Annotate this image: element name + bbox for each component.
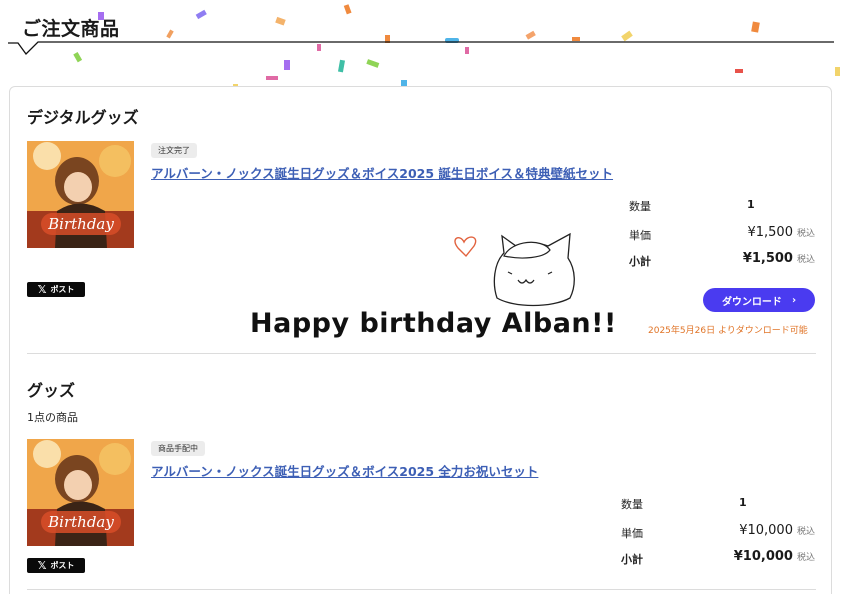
section-divider [27, 353, 816, 354]
thumbnail-text: Birthday [47, 215, 114, 233]
subtotal-label: 小計 [621, 553, 643, 566]
status-badge-digital: 注文完了 [151, 143, 197, 158]
birthday-message: Happy birthday Alban!! [250, 308, 617, 339]
unit-price-label: 単価 [629, 229, 651, 242]
quantity-value: 1 [747, 198, 755, 211]
download-button[interactable]: ダウンロード › [703, 288, 815, 312]
quantity-value: 1 [739, 496, 747, 509]
subtotal-label: 小計 [629, 255, 651, 268]
unit-price-value: ¥10,000 税込 [739, 523, 815, 538]
order-items-card: デジタルグッズ Birthday 注文完了 アルバーン・ノックス誕生日グッズ＆ボ… [9, 86, 832, 594]
x-logo-icon: 𝕏 [37, 283, 47, 296]
section-title-digital: デジタルグッズ [27, 108, 139, 127]
unit-price-value: ¥1,500 税込 [747, 225, 815, 240]
section-divider [27, 589, 816, 590]
quantity-label: 数量 [621, 498, 643, 511]
product-link-goods[interactable]: アルバーン・ノックス誕生日グッズ＆ボイス2025 全力お祝いセット [151, 461, 538, 480]
heading-underline [8, 41, 834, 55]
unit-price-label: 単価 [621, 527, 643, 540]
subtotal-value: ¥10,000 税込 [733, 549, 815, 564]
chevron-right-icon: › [791, 294, 797, 306]
product-thumbnail-digital[interactable]: Birthday [27, 141, 134, 248]
product-thumbnail-goods[interactable]: Birthday [27, 439, 134, 546]
download-availability-note: 2025年5月26日 よりダウンロード可能 [648, 326, 808, 336]
heart-doodle-icon [454, 236, 477, 258]
thumbnail-text: Birthday [47, 513, 114, 531]
item-count: 1点の商品 [27, 411, 78, 424]
quantity-label: 数量 [629, 200, 651, 213]
cat-doodle-icon [454, 232, 575, 307]
status-badge-goods: 商品手配中 [151, 441, 205, 456]
product-link-digital[interactable]: アルバーン・ノックス誕生日グッズ＆ボイス2025 誕生日ボイス＆特典壁紙セット [151, 163, 613, 182]
post-button-digital[interactable]: 𝕏 ポスト [27, 282, 85, 297]
post-button-goods[interactable]: 𝕏 ポスト [27, 558, 85, 573]
subtotal-value: ¥1,500 税込 [742, 251, 815, 266]
section-title-goods: グッズ [27, 381, 76, 400]
x-logo-icon: 𝕏 [37, 559, 47, 572]
